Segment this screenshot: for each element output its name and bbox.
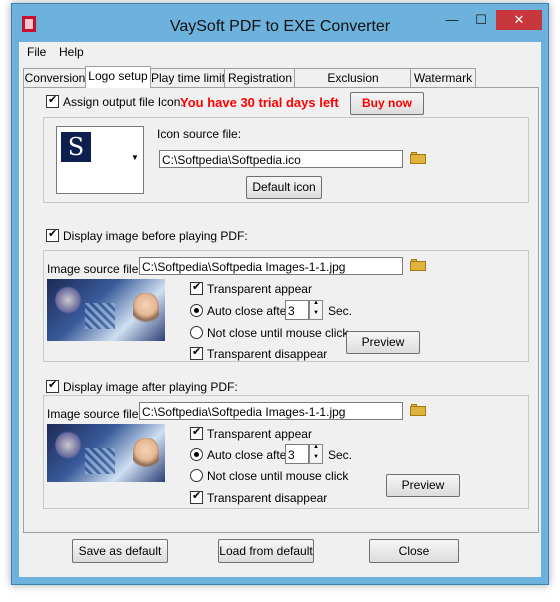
after-not-close-radio[interactable] xyxy=(190,469,203,482)
after-image-group: Image source file: C:\Softpedia\Softpedi… xyxy=(43,395,529,509)
before-image-source-label: Image source file: xyxy=(47,262,142,276)
default-icon-button[interactable]: Default icon xyxy=(246,176,322,199)
menu-file[interactable]: File xyxy=(27,45,46,59)
after-seconds-input[interactable]: 3 xyxy=(285,444,309,464)
title-bar[interactable]: VaySoft PDF to EXE Converter — ☐ ✕ xyxy=(12,4,548,40)
tab-strip: Conversion Logo setup Play time limit Re… xyxy=(19,66,541,103)
before-image-thumbnail xyxy=(47,279,165,341)
softpedia-icon-preview: S xyxy=(61,132,91,162)
after-browse-folder-icon[interactable] xyxy=(410,404,426,416)
before-auto-close-label: Auto close after xyxy=(207,304,291,318)
tab-exclusion-applications[interactable]: Exclusion applications xyxy=(294,68,412,103)
load-from-default-button[interactable]: Load from default xyxy=(218,539,314,563)
logo-setup-panel: Assign output file Icon: You have 30 tri… xyxy=(23,87,539,533)
menu-bar: File Help xyxy=(19,42,541,62)
before-sec-label: Sec. xyxy=(328,304,353,318)
tab-conversion[interactable]: Conversion xyxy=(23,68,87,87)
tab-watermark[interactable]: Watermark xyxy=(410,68,476,87)
before-seconds-input[interactable]: 3 xyxy=(285,300,309,320)
after-transparent-appear-checkbox[interactable] xyxy=(190,425,203,440)
after-image-source-input[interactable]: C:\Softpedia\Softpedia Images-1-1.jpg xyxy=(139,402,403,420)
tab-logo-setup[interactable]: Logo setup xyxy=(85,66,151,88)
after-sec-label: Sec. xyxy=(328,448,353,462)
display-after-checkbox[interactable] xyxy=(46,378,59,393)
assign-icon-checkbox[interactable] xyxy=(46,93,59,108)
before-seconds-spinner[interactable] xyxy=(309,300,323,320)
icon-source-input[interactable]: C:\Softpedia\Softpedia.ico xyxy=(159,150,403,168)
before-auto-close-radio[interactable] xyxy=(190,304,203,317)
before-browse-folder-icon[interactable] xyxy=(410,259,426,271)
tab-registration[interactable]: Registration xyxy=(224,68,296,87)
icon-selector[interactable]: S ▼ xyxy=(56,126,144,194)
after-seconds-spinner[interactable] xyxy=(309,444,323,464)
icon-source-label: Icon source file: xyxy=(157,127,242,141)
before-image-source-input[interactable]: C:\Softpedia\Softpedia Images-1-1.jpg xyxy=(139,257,403,275)
before-preview-button[interactable]: Preview xyxy=(346,331,420,354)
before-transparent-appear-checkbox[interactable] xyxy=(190,280,203,295)
icon-group: S ▼ Icon source file: C:\Softpedia\Softp… xyxy=(43,117,529,203)
menu-help[interactable]: Help xyxy=(59,45,84,59)
close-window-button[interactable]: ✕ xyxy=(496,10,542,30)
before-not-close-radio[interactable] xyxy=(190,326,203,339)
after-transparent-appear-label: Transparent appear xyxy=(207,427,312,441)
after-preview-button[interactable]: Preview xyxy=(386,474,460,497)
after-transparent-disappear-checkbox[interactable] xyxy=(190,489,203,504)
tab-play-time-limit[interactable]: Play time limit xyxy=(150,68,226,87)
save-as-default-button[interactable]: Save as default xyxy=(72,539,168,563)
after-transparent-disappear-label: Transparent disappear xyxy=(207,491,328,505)
display-before-checkbox[interactable] xyxy=(46,227,59,242)
before-transparent-appear-label: Transparent appear xyxy=(207,282,312,296)
after-image-source-label: Image source file: xyxy=(47,407,142,421)
before-transparent-disappear-checkbox[interactable] xyxy=(190,345,203,360)
trial-days-text: You have 30 trial days left xyxy=(180,95,339,110)
assign-icon-label: Assign output file Icon: xyxy=(63,95,184,109)
before-image-group: Image source file: C:\Softpedia\Softpedi… xyxy=(43,250,529,362)
display-after-label: Display image after playing PDF: xyxy=(63,380,238,394)
maximize-button[interactable]: ☐ xyxy=(467,10,495,30)
before-not-close-label: Not close until mouse click xyxy=(207,326,349,340)
minimize-button[interactable]: — xyxy=(438,10,466,30)
app-window: VaySoft PDF to EXE Converter — ☐ ✕ File … xyxy=(11,3,549,585)
after-auto-close-label: Auto close after xyxy=(207,448,291,462)
after-image-thumbnail xyxy=(47,424,165,482)
display-before-label: Display image before playing PDF: xyxy=(63,229,248,243)
buy-now-button[interactable]: Buy now xyxy=(350,92,424,115)
before-transparent-disappear-label: Transparent disappear xyxy=(207,347,328,361)
dropdown-arrow-icon[interactable]: ▼ xyxy=(131,153,139,162)
after-not-close-label: Not close until mouse click xyxy=(207,469,349,483)
close-button[interactable]: Close xyxy=(369,539,459,563)
after-auto-close-radio[interactable] xyxy=(190,448,203,461)
browse-folder-icon[interactable] xyxy=(410,152,426,164)
client-area: File Help Conversion Logo setup Play tim… xyxy=(19,42,541,577)
